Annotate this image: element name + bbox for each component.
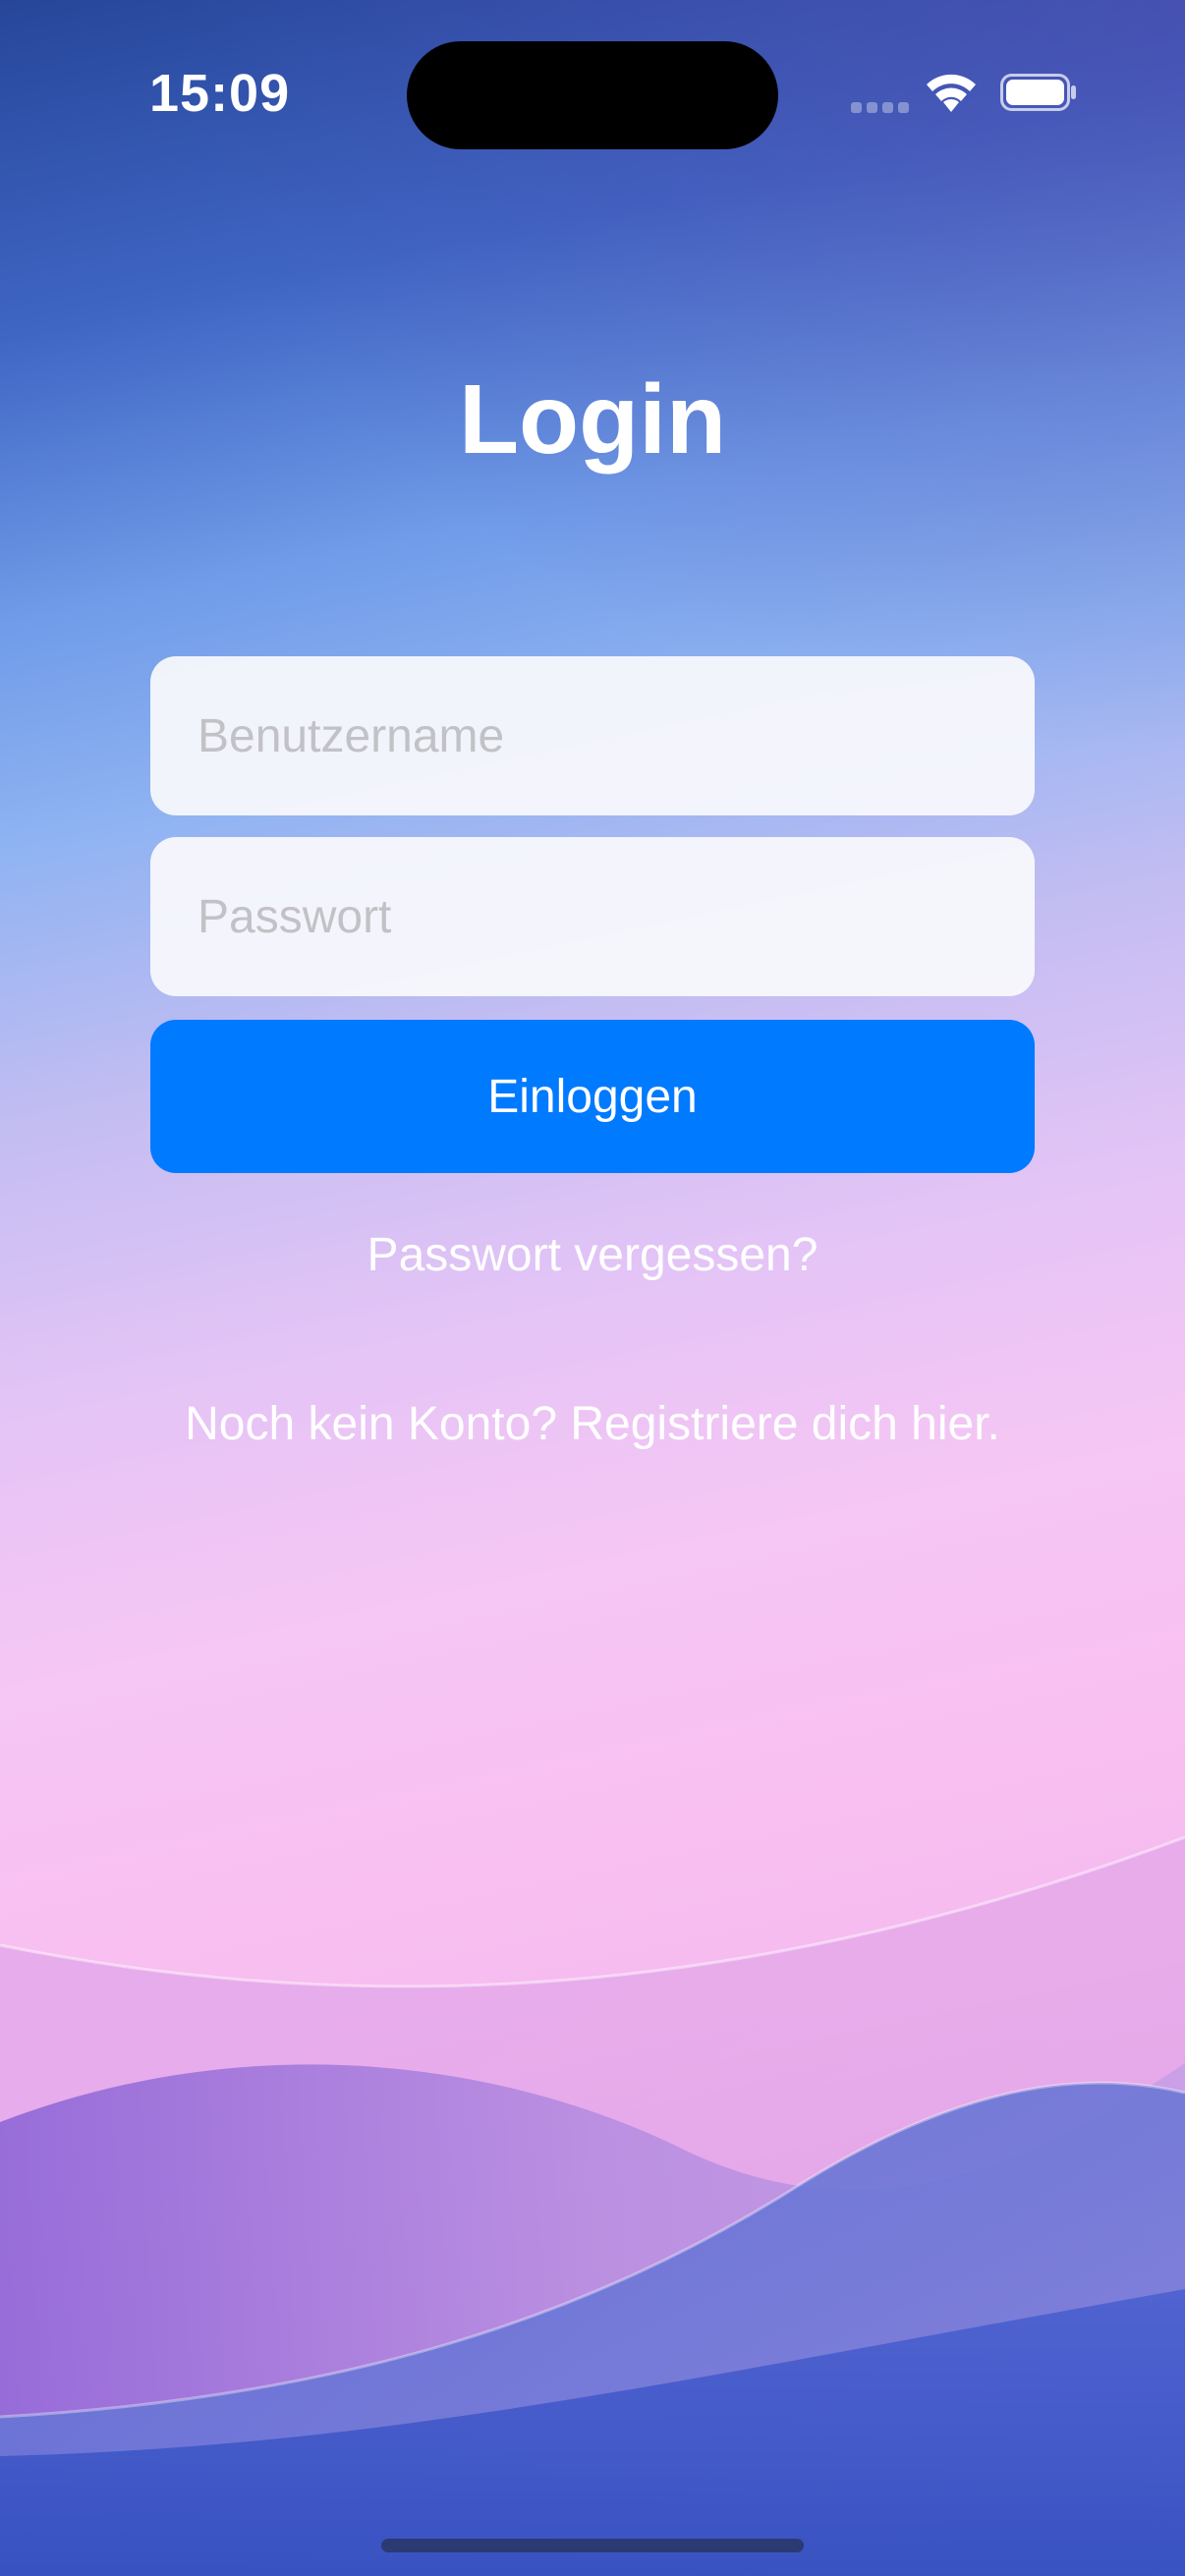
wifi-icon bbox=[927, 74, 976, 112]
home-indicator bbox=[381, 2539, 804, 2552]
forgot-password-link[interactable]: Passwort vergessen? bbox=[0, 1228, 1185, 1282]
username-field-container bbox=[150, 656, 1035, 815]
status-time: 15:09 bbox=[149, 64, 291, 123]
dynamic-island bbox=[407, 41, 778, 149]
cellular-signal-icon bbox=[851, 102, 910, 116]
background-waves bbox=[0, 1835, 1185, 2576]
page-title: Login bbox=[458, 364, 727, 475]
password-input[interactable] bbox=[150, 837, 1035, 996]
username-input[interactable] bbox=[150, 656, 1035, 815]
battery-icon bbox=[1000, 74, 1076, 111]
register-link[interactable]: Noch kein Konto? Registriere dich hier. bbox=[0, 1397, 1185, 1451]
status-bar: 15:09 bbox=[0, 0, 1185, 187]
password-field-container bbox=[150, 837, 1035, 996]
login-button[interactable]: Einloggen bbox=[150, 1020, 1035, 1173]
